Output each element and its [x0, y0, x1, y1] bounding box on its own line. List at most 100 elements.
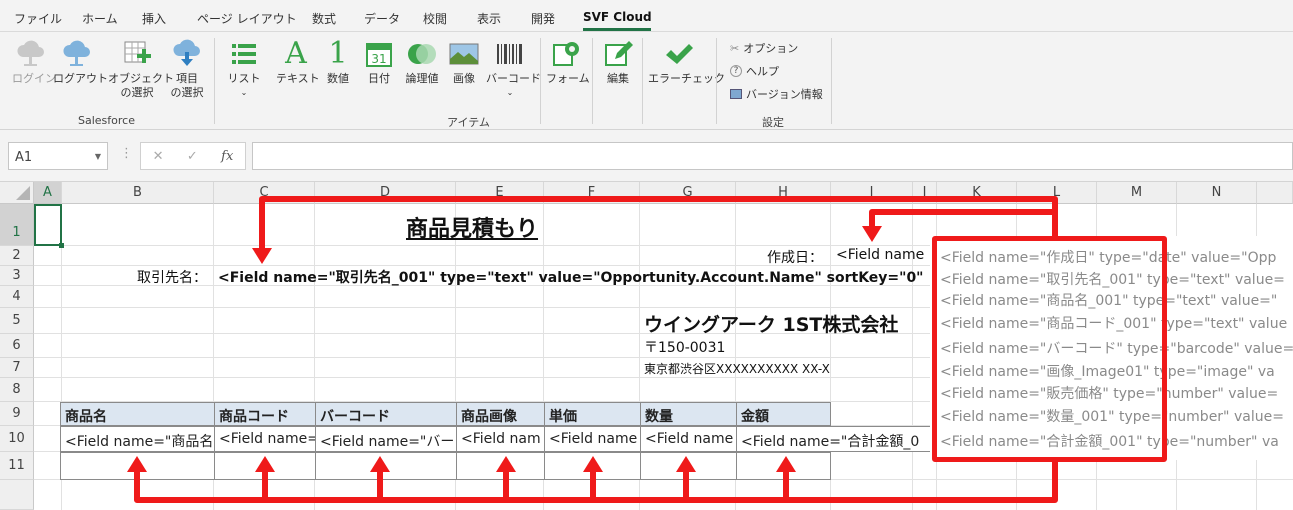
form-button[interactable]: フォーム: [546, 36, 590, 86]
cloud-logout-icon: [63, 40, 90, 66]
row-header-8[interactable]: 8: [0, 378, 34, 402]
login-button[interactable]: ログイン: [12, 36, 56, 86]
table-row-empty-cell[interactable]: [456, 452, 545, 480]
cancel-icon[interactable]: ✕: [153, 149, 164, 164]
table-row-empty-cell[interactable]: [544, 452, 641, 480]
tab-developer[interactable]: 開発: [531, 10, 555, 27]
version-info-icon: [730, 89, 742, 99]
confirm-icon[interactable]: ✓: [187, 149, 198, 164]
text-button[interactable]: A テキスト: [276, 36, 320, 86]
table-row-empty-cell[interactable]: [640, 452, 737, 480]
table-field-product-code[interactable]: <Field name=: [214, 426, 316, 452]
column-header-m[interactable]: M: [1097, 182, 1177, 204]
number-label: 数値: [327, 72, 349, 85]
object-select-label-2: の選択: [120, 86, 154, 99]
created-date-label: 作成日：: [767, 250, 823, 266]
version-info-button[interactable]: バージョン情報: [730, 86, 823, 102]
table-field-amount[interactable]: <Field name="合計金額_0: [736, 426, 931, 452]
function-icon[interactable]: fx: [221, 149, 233, 164]
name-box-dropdown-icon[interactable]: ▼: [95, 152, 101, 161]
column-header-f[interactable]: F: [544, 182, 640, 204]
arrow-to-created-date: [869, 209, 1055, 228]
client-name-field[interactable]: <Field name="取引先名_001" type="text" value…: [218, 267, 930, 287]
list-chevron-down-icon: ⌄: [240, 88, 248, 97]
help-icon: ?: [730, 65, 742, 77]
table-field-product-image[interactable]: <Field nam: [456, 426, 545, 452]
tab-review[interactable]: 校閲: [423, 10, 447, 27]
edit-label: 編集: [607, 72, 629, 85]
tab-file[interactable]: ファイル: [14, 10, 62, 27]
column-header-h[interactable]: H: [736, 182, 831, 204]
tab-formulas[interactable]: 数式: [312, 10, 336, 27]
table-row-empty-cell[interactable]: [214, 452, 316, 480]
table-field-unit-price[interactable]: <Field name: [544, 426, 641, 452]
calendar-icon: 31: [366, 43, 392, 67]
formula-buttons: ✕ ✓ fx: [140, 142, 246, 170]
column-header-j[interactable]: J: [913, 182, 937, 204]
edit-button[interactable]: 編集: [600, 36, 636, 86]
column-header-d[interactable]: D: [315, 182, 456, 204]
created-date-field[interactable]: <Field name: [836, 247, 930, 263]
name-box[interactable]: A1 ▼: [8, 142, 108, 170]
tab-svf-cloud[interactable]: SVF Cloud: [583, 10, 652, 24]
field-select-button[interactable]: 項目 の選択: [168, 36, 206, 100]
logout-button[interactable]: ログアウト: [53, 36, 108, 86]
column-header-o[interactable]: [1257, 182, 1293, 204]
list-button[interactable]: リスト ⌄: [224, 36, 264, 100]
boolean-toggle-icon: [408, 44, 436, 64]
row-header-7[interactable]: 7: [0, 358, 34, 378]
column-header-g[interactable]: G: [640, 182, 736, 204]
column-header-a[interactable]: A: [34, 182, 62, 204]
sheet-title: 商品見積もり: [406, 217, 539, 242]
column-header-c[interactable]: C: [214, 182, 315, 204]
row-header-5[interactable]: 5: [0, 308, 34, 334]
barcode-button[interactable]: バーコード ⌄: [486, 36, 541, 100]
cloud-login-icon: [17, 40, 44, 66]
tab-view[interactable]: 表示: [477, 10, 501, 27]
column-header-n[interactable]: N: [1177, 182, 1257, 204]
table-field-product-name[interactable]: <Field name="商品名: [60, 426, 215, 452]
column-header-i[interactable]: I: [831, 182, 913, 204]
column-header-e[interactable]: E: [456, 182, 544, 204]
table-row-empty-cell[interactable]: [60, 452, 215, 480]
image-button[interactable]: 画像: [448, 36, 480, 86]
tab-data[interactable]: データ: [364, 10, 400, 27]
help-button[interactable]: ? ヘルプ: [730, 63, 779, 79]
group-items-label: アイテム: [447, 116, 490, 129]
table-field-barcode[interactable]: <Field name="バー: [315, 426, 457, 452]
column-header-b[interactable]: B: [62, 182, 214, 204]
row-header-9[interactable]: 9: [0, 402, 34, 426]
tab-home[interactable]: ホーム: [82, 10, 118, 27]
formula-input[interactable]: [252, 142, 1293, 170]
table-field-quantity[interactable]: <Field name: [640, 426, 737, 452]
row-header-2[interactable]: 2: [0, 246, 34, 266]
column-header-l[interactable]: L: [1017, 182, 1097, 204]
table-row-empty-cell[interactable]: [736, 452, 831, 480]
row-header-4[interactable]: 4: [0, 286, 34, 308]
column-header-k[interactable]: K: [937, 182, 1017, 204]
group-separator: [716, 38, 717, 124]
options-button[interactable]: ✂ オプション: [730, 40, 798, 56]
row-header-12[interactable]: [0, 480, 34, 510]
error-check-button[interactable]: エラーチェック: [648, 36, 725, 86]
row-header-11[interactable]: 11: [0, 452, 34, 480]
boolean-label: 論理値: [405, 72, 439, 85]
company-name: ウイングアーク 1ST株式会社: [644, 310, 898, 337]
tab-insert[interactable]: 挿入: [142, 10, 166, 27]
annotation-highlight-box: [932, 236, 1167, 462]
row-header-6[interactable]: 6: [0, 334, 34, 358]
row-header-10[interactable]: 10: [0, 426, 34, 452]
tab-page-layout[interactable]: ページ レイアウト: [197, 10, 297, 27]
row-header-3[interactable]: 3: [0, 266, 34, 286]
row-header-1[interactable]: 1: [0, 204, 34, 246]
table-row-empty-cell[interactable]: [315, 452, 457, 480]
number-button[interactable]: 1 数値: [322, 36, 354, 86]
date-button[interactable]: 31 日付: [362, 36, 396, 86]
group-separator: [214, 38, 215, 124]
field-select-label-1: 項目: [176, 72, 198, 85]
selected-cell-a1[interactable]: [34, 204, 64, 248]
select-all-corner[interactable]: [0, 182, 34, 204]
formula-bar-grip-icon[interactable]: ⋮: [120, 146, 133, 161]
boolean-button[interactable]: 論理値: [402, 36, 442, 86]
object-select-button[interactable]: オブジェクト の選択: [108, 36, 174, 100]
